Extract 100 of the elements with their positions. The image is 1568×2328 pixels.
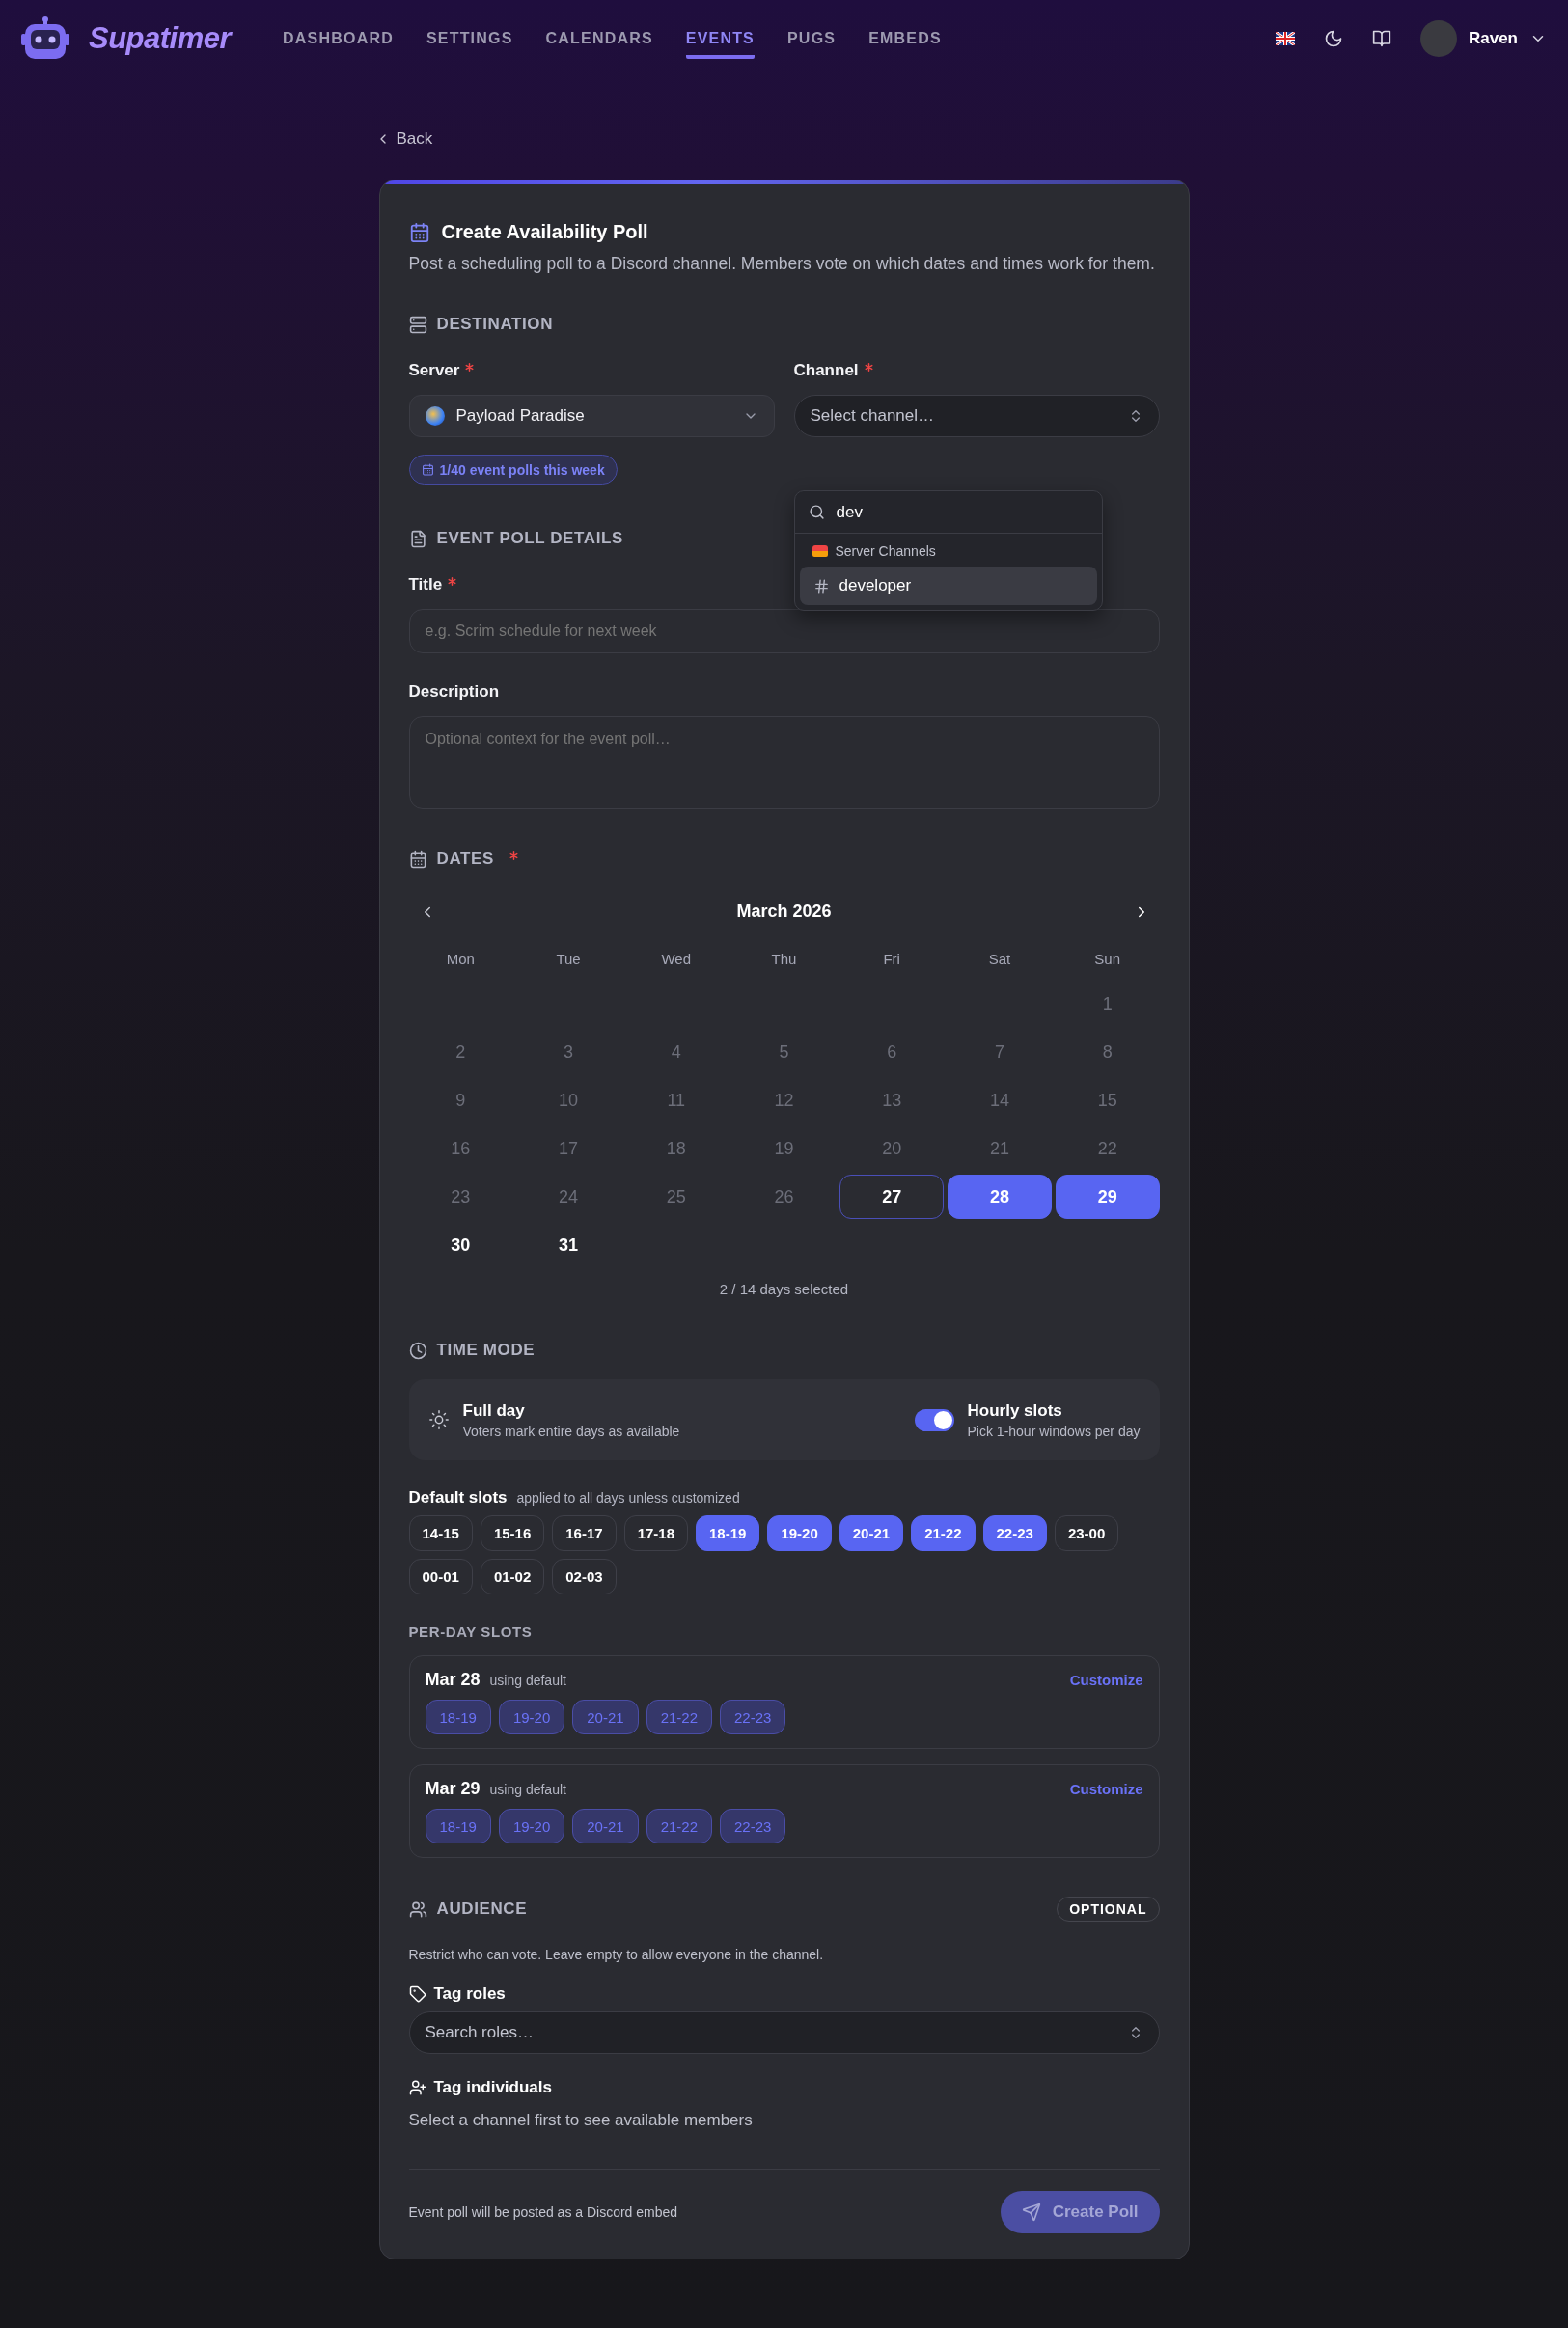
calendar-day[interactable]: 27: [839, 1175, 945, 1219]
option-hint: Pick 1-hour windows per day: [967, 1423, 1141, 1439]
calendar-day[interactable]: 25: [623, 1175, 729, 1219]
description-input[interactable]: Optional context for the event poll…: [408, 716, 1160, 809]
calendar-icon: [408, 849, 427, 869]
time-slot-chip[interactable]: 15-16: [480, 1515, 545, 1551]
customize-link[interactable]: Customize: [1069, 1672, 1143, 1688]
calendar-day[interactable]: 31: [516, 1223, 620, 1267]
sun-icon: [427, 1409, 450, 1430]
calendar-day[interactable]: 23: [408, 1175, 513, 1219]
calendar-day[interactable]: 14: [948, 1078, 1052, 1122]
book-icon[interactable]: [1371, 29, 1391, 48]
field-label: Tag roles: [433, 1984, 506, 2004]
calendar-day[interactable]: 28: [948, 1175, 1052, 1219]
calendar-day[interactable]: 10: [516, 1078, 620, 1122]
back-link[interactable]: Back: [374, 129, 433, 149]
moon-icon[interactable]: [1323, 29, 1343, 48]
weekday-label: Fri: [882, 950, 901, 969]
calendar-icon: [408, 221, 430, 243]
customize-link[interactable]: Customize: [1069, 1781, 1143, 1797]
calendar-day[interactable]: 6: [839, 1030, 945, 1074]
time-slot-chip[interactable]: 01-02: [480, 1559, 545, 1594]
title-input[interactable]: e.g. Scrim schedule for next week: [408, 609, 1160, 653]
calendar-day[interactable]: 24: [516, 1175, 620, 1219]
quota-badge: 1/40 event polls this week: [408, 455, 618, 485]
toggle-switch[interactable]: [914, 1408, 954, 1431]
calendar-day[interactable]: 8: [1055, 1030, 1160, 1074]
calendar-day[interactable]: 15: [1055, 1078, 1160, 1122]
server-select[interactable]: Payload Paradise: [408, 395, 775, 437]
nav-link[interactable]: EVENTS: [685, 22, 755, 59]
server-icon: [408, 315, 427, 334]
channel-select[interactable]: Select channel…: [793, 395, 1160, 437]
time-slot-chip[interactable]: 22-23: [982, 1515, 1047, 1551]
calendar-day[interactable]: 5: [731, 1030, 837, 1074]
field-label: Server: [408, 361, 460, 380]
option-hint: Voters mark entire days as available: [462, 1423, 680, 1439]
calendar-day[interactable]: 4: [623, 1030, 729, 1074]
calendar-day[interactable]: 3: [516, 1030, 620, 1074]
section-heading: TIME MODE: [436, 1341, 536, 1360]
time-slot-chip[interactable]: 18-19: [696, 1515, 760, 1551]
nav-link[interactable]: CALENDARS: [545, 22, 653, 59]
day-note: using default: [489, 1781, 566, 1797]
field-label: Channel: [793, 361, 859, 380]
time-slot-chip[interactable]: 23-00: [1054, 1515, 1119, 1551]
time-slot-chip[interactable]: 14-15: [408, 1515, 473, 1551]
section-heading: EVENT POLL DETAILS: [436, 529, 623, 548]
calendar-day[interactable]: 13: [839, 1078, 945, 1122]
option-label: Full day: [462, 1400, 526, 1421]
section-heading: AUDIENCE: [436, 1899, 528, 1919]
weekday-label: Wed: [660, 950, 693, 969]
time-slot-chip: 18-19: [425, 1809, 491, 1843]
day-date: Mar 28: [425, 1670, 481, 1690]
nav-link[interactable]: SETTINGS: [426, 22, 513, 59]
time-slot-chip[interactable]: 02-03: [552, 1559, 617, 1594]
calendar-day[interactable]: 29: [1055, 1175, 1160, 1219]
calendar-day[interactable]: 17: [516, 1126, 620, 1171]
time-slot-chip: 18-19: [425, 1700, 491, 1734]
time-slot-chip: 21-22: [646, 1809, 712, 1843]
calendar-day[interactable]: 26: [731, 1175, 837, 1219]
calendar-day[interactable]: 1: [1055, 982, 1160, 1026]
channel-option[interactable]: developer: [799, 567, 1097, 605]
calendar-day[interactable]: 2: [408, 1030, 513, 1074]
flag-icon[interactable]: [1275, 32, 1295, 45]
calendar-day[interactable]: 19: [731, 1126, 837, 1171]
field-hint: applied to all days unless customized: [516, 1490, 740, 1506]
calendar-day[interactable]: 22: [1055, 1126, 1160, 1171]
robot-logo-icon: [21, 16, 69, 61]
section-heading: DESTINATION: [436, 315, 554, 334]
weekday-label: Tue: [555, 950, 582, 969]
time-slot-chip[interactable]: 21-22: [911, 1515, 976, 1551]
roles-select[interactable]: Search roles…: [408, 2011, 1160, 2054]
brand-name: Supatimer: [89, 21, 232, 56]
calendar-day[interactable]: 9: [408, 1078, 513, 1122]
user-name[interactable]: Raven: [1468, 29, 1518, 48]
calendar-day[interactable]: 20: [839, 1126, 945, 1171]
field-label: Default slots: [408, 1488, 508, 1508]
calendar-day[interactable]: 7: [948, 1030, 1052, 1074]
time-slot-chip[interactable]: 20-21: [839, 1515, 904, 1551]
search-field[interactable]: dev: [836, 502, 863, 522]
calendar-day[interactable]: 18: [623, 1126, 729, 1171]
time-slot-chip[interactable]: 16-17: [552, 1515, 617, 1551]
field-label: Description: [408, 682, 500, 702]
time-slot-chip: 20-21: [572, 1700, 639, 1734]
nav-link[interactable]: EMBEDS: [868, 22, 942, 59]
nav-link[interactable]: PUGS: [787, 22, 837, 59]
search-icon: [808, 504, 825, 520]
time-slot-chip: 22-23: [720, 1809, 786, 1843]
nav-link[interactable]: DASHBOARD: [283, 22, 394, 59]
weekday-label: Thu: [770, 950, 798, 969]
calendar-day[interactable]: 11: [623, 1078, 729, 1122]
section-heading: PER-DAY SLOTS: [408, 1623, 534, 1640]
calendar-day[interactable]: 12: [731, 1078, 837, 1122]
calendar-day[interactable]: 16: [408, 1126, 513, 1171]
server-icon: [425, 406, 445, 426]
time-slot-chip[interactable]: 19-20: [767, 1515, 832, 1551]
calendar-day[interactable]: 30: [408, 1223, 513, 1267]
time-slot-chip[interactable]: 17-18: [623, 1515, 688, 1551]
weekday-label: Sun: [1093, 950, 1121, 969]
calendar-day[interactable]: 21: [948, 1126, 1052, 1171]
time-slot-chip[interactable]: 00-01: [408, 1559, 473, 1594]
